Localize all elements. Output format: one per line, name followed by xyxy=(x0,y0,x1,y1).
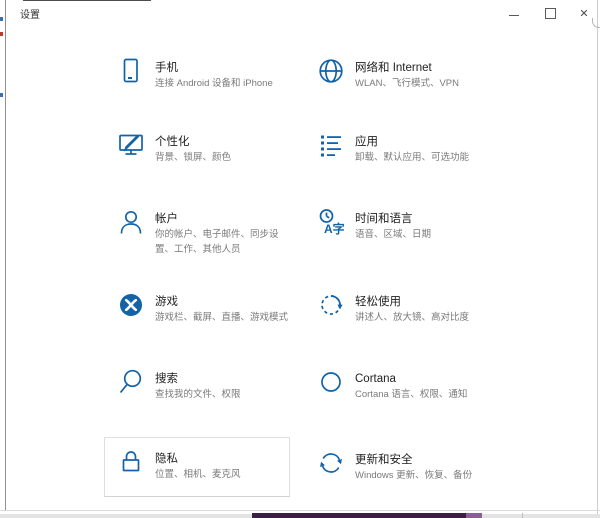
tile-subtitle: WLAN、飞行模式、VPN xyxy=(355,78,459,90)
privacy-lock-icon xyxy=(122,451,140,472)
update-security-icon xyxy=(320,453,342,473)
taskbar-sliver-purple xyxy=(252,513,466,518)
tile-subtitle: Windows 更新、恢复、备份 xyxy=(355,470,473,482)
minimize-icon xyxy=(509,14,519,16)
gaming-xbox-icon xyxy=(120,294,142,316)
tile-title: 帐户 xyxy=(155,213,178,225)
tile-subtitle: 讲述人、放大镜、高对比度 xyxy=(355,312,470,324)
tile-subtitle: 位置、相机、麦克风 xyxy=(155,469,241,481)
tile-search[interactable]: 搜索 查找我的文件、权限 xyxy=(105,366,312,411)
titlebar: 设置 ✕ xyxy=(6,0,598,30)
svg-text:A字: A字 xyxy=(324,221,345,236)
tile-subtitle: 你的帐户、电子邮件、同步设 置、工作、其他人员 xyxy=(155,229,279,256)
tile-title: 个性化 xyxy=(155,136,190,148)
network-globe-icon xyxy=(319,59,343,83)
tile-cortana[interactable]: Cortana Cortana 语言、权限、通知 xyxy=(305,366,547,411)
taskbar-sliver-divider xyxy=(522,513,523,518)
tile-subtitle: 连接 Android 设备和 iPhone xyxy=(155,78,273,90)
tile-title: 搜索 xyxy=(155,373,178,385)
tile-title: 手机 xyxy=(155,62,178,74)
tile-title: 网络和 Internet xyxy=(355,62,432,74)
tile-time-language[interactable]: A字 时间和语言 语音、区域、日期 xyxy=(305,206,547,251)
tile-title: 更新和安全 xyxy=(355,454,413,466)
apps-list-icon xyxy=(321,135,341,157)
window-right-border xyxy=(597,0,598,518)
phone-icon xyxy=(123,58,138,83)
desktop-fragment xyxy=(0,32,3,36)
desktop-fragment xyxy=(0,17,3,21)
close-icon: ✕ xyxy=(579,7,589,20)
tile-update-security[interactable]: 更新和安全 Windows 更新、恢复、备份 xyxy=(305,447,557,492)
tile-subtitle: 查找我的文件、权限 xyxy=(155,389,241,401)
desktop-fragment xyxy=(0,93,3,97)
tile-accounts[interactable]: 帐户 你的帐户、电子邮件、同步设 置、工作、其他人员 xyxy=(105,206,312,266)
tile-title: 轻松使用 xyxy=(355,296,401,308)
tile-title: Cortana xyxy=(355,373,396,385)
maximize-button[interactable] xyxy=(534,0,566,24)
settings-window: 设置 ✕ 手机 连接 Android 设备和 iPhone 网络和 Intern… xyxy=(0,0,600,518)
minimize-button[interactable] xyxy=(498,0,530,24)
tile-title: 隐私 xyxy=(155,453,178,465)
tile-network-internet[interactable]: 网络和 Internet WLAN、飞行模式、VPN xyxy=(305,55,547,100)
tile-subtitle: 游戏栏、截屏、直播、游戏模式 xyxy=(155,312,289,324)
accounts-person-icon xyxy=(120,210,142,234)
tile-subtitle: Cortana 语言、权限、通知 xyxy=(355,389,468,401)
window-bottom-edge xyxy=(0,510,600,511)
window-left-border xyxy=(5,0,6,511)
cortana-ring-icon xyxy=(321,372,341,392)
maximize-icon xyxy=(544,8,556,19)
personalization-icon xyxy=(119,134,143,155)
tile-gaming[interactable]: 游戏 游戏栏、截屏、直播、游戏模式 xyxy=(105,289,312,334)
tile-title: 应用 xyxy=(355,136,378,148)
tile-personalization[interactable]: 个性化 背景、锁屏、颜色 xyxy=(105,129,312,174)
ease-of-access-icon xyxy=(321,295,343,315)
taskbar-sliver-purple-light xyxy=(466,513,482,518)
tile-subtitle: 卸载、默认应用、可选功能 xyxy=(355,152,470,164)
tile-title: 游戏 xyxy=(155,296,178,308)
background-window-edge xyxy=(23,0,151,1)
tile-ease-of-access[interactable]: 轻松使用 讲述人、放大镜、高对比度 xyxy=(305,289,547,334)
window-title: 设置 xyxy=(20,10,40,21)
time-language-icon: A字 xyxy=(319,209,345,236)
tile-title: 时间和语言 xyxy=(355,213,413,225)
tile-phone[interactable]: 手机 连接 Android 设备和 iPhone xyxy=(105,55,312,100)
search-icon xyxy=(119,369,142,394)
tile-apps[interactable]: 应用 卸载、默认应用、可选功能 xyxy=(305,129,547,174)
tile-subtitle: 背景、锁屏、颜色 xyxy=(155,152,232,164)
tile-privacy[interactable]: 隐私 位置、相机、麦克风 xyxy=(104,437,290,497)
tile-subtitle: 语音、区域、日期 xyxy=(355,229,432,241)
